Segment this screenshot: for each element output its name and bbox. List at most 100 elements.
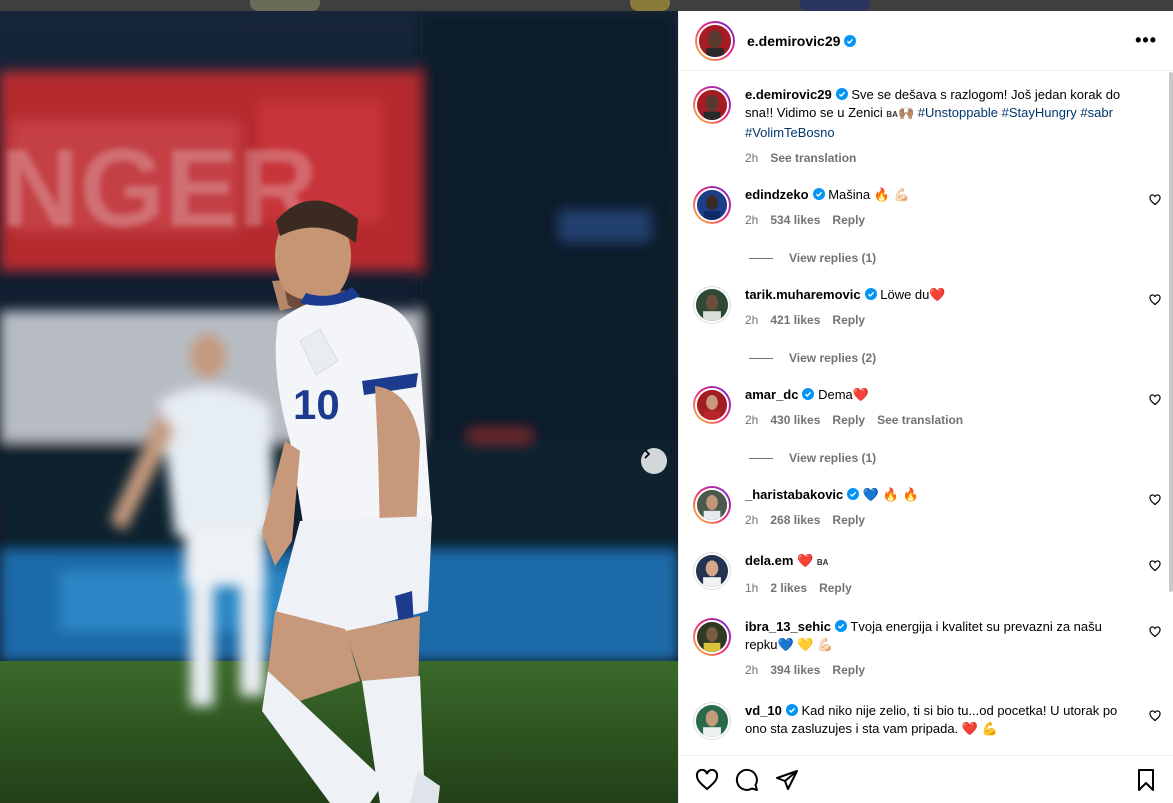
hashtag-stayhungry[interactable]: #StayHungry	[1002, 105, 1077, 120]
reply-button[interactable]: Reply	[832, 513, 865, 527]
comment-username[interactable]: _haristabakovic	[745, 487, 843, 502]
author-avatar[interactable]	[693, 86, 731, 124]
svg-text:NGER: NGER	[0, 127, 318, 250]
author-username[interactable]: e.demirovic29	[747, 33, 857, 49]
author-avatar[interactable]	[695, 20, 735, 61]
comment-text: Kad niko nije zelio, ti si bio tu...od p…	[745, 703, 1118, 736]
like-comment-heart-icon[interactable]	[1149, 394, 1161, 406]
see-translation-link[interactable]: See translation	[770, 151, 856, 165]
verified-badge-icon	[785, 704, 798, 716]
profile-picture	[697, 90, 727, 120]
hashtag-unstoppable[interactable]: #Unstoppable	[918, 105, 998, 120]
commenter-avatar[interactable]	[693, 386, 731, 424]
comment-text: Löwe du	[880, 287, 930, 302]
comment-emoji: ❤️	[852, 387, 869, 402]
comment-username[interactable]: edindzeko	[745, 187, 809, 202]
heart-icon[interactable]	[695, 768, 719, 792]
reply-button[interactable]: Reply	[832, 413, 865, 427]
reply-button[interactable]: Reply	[832, 213, 865, 227]
profile-picture	[699, 24, 731, 57]
comment-username[interactable]: amar_dc	[745, 387, 798, 402]
comment-username[interactable]: vd_10	[745, 703, 782, 718]
comment-time: 2h	[745, 513, 759, 527]
reply-button[interactable]: Reply	[832, 313, 865, 327]
comment-likes[interactable]: 268 likes	[770, 513, 820, 527]
verified-badge-icon	[802, 388, 815, 400]
football-player-photo: NGER 10	[0, 11, 678, 803]
comment-item: dela.em ❤️ BA 1h 2 likes Reply	[693, 552, 1163, 597]
comment-item: tarik.muharemovic Löwe du❤️ 2h 421 likes R…	[693, 286, 1163, 329]
bosnia-flag-emoji: BA	[816, 558, 829, 567]
post-header: e.demirovic29 •••	[679, 11, 1173, 71]
comment-item: ibra_13_sehic Tvoja energija i kvalitet …	[693, 618, 1163, 679]
verified-badge-icon	[844, 34, 857, 47]
comment-likes[interactable]: 2 likes	[770, 581, 807, 595]
verified-badge-icon	[812, 188, 825, 200]
commenter-avatar[interactable]	[693, 186, 731, 224]
comment-emoji: ❤️ 💪	[961, 721, 998, 736]
next-image-button[interactable]	[641, 448, 667, 474]
see-translation-link[interactable]: See translation	[877, 413, 963, 427]
caption-username[interactable]: e.demirovic29	[745, 87, 832, 102]
share-icon[interactable]	[775, 768, 799, 792]
comment-username[interactable]: tarik.muharemovic	[745, 287, 861, 302]
jersey-number: 10	[293, 381, 340, 428]
more-options-button[interactable]: •••	[1135, 30, 1157, 51]
post-image: NGER 10	[0, 11, 678, 803]
comment-likes[interactable]: 534 likes	[770, 213, 820, 227]
commenter-avatar[interactable]	[693, 702, 731, 740]
profile-picture	[697, 390, 727, 420]
profile-picture	[697, 622, 727, 652]
like-comment-heart-icon[interactable]	[1149, 494, 1161, 506]
like-comment-heart-icon[interactable]	[1149, 194, 1161, 206]
reply-button[interactable]: Reply	[832, 663, 865, 677]
caption-time: 2h	[745, 151, 759, 165]
comment-username[interactable]: dela.em	[745, 553, 793, 568]
verified-badge-icon	[847, 488, 860, 500]
profile-picture	[697, 190, 727, 220]
post-caption: e.demirovic29 Sve se dešava s razlogom! …	[693, 86, 1163, 167]
post-side-panel: e.demirovic29 ••• e.demirovic29 Sve se d…	[678, 11, 1173, 803]
profile-picture	[696, 289, 728, 321]
verified-badge-icon	[835, 620, 848, 632]
bookmark-icon[interactable]	[1134, 768, 1158, 792]
hashtag-volimtebosno[interactable]: #VolimTeBosno	[745, 125, 835, 140]
comment-item: edindzeko Mašina 🔥 💪🏻 2h 534 likes Reply	[693, 186, 1163, 229]
comment-emoji: 🔥 💪🏻	[873, 187, 910, 202]
comment-emoji: ❤️	[797, 553, 814, 568]
commenter-avatar[interactable]	[693, 552, 731, 590]
bosnia-flag-emoji: BA	[886, 110, 898, 119]
like-comment-heart-icon[interactable]	[1149, 294, 1161, 306]
comment-time: 2h	[745, 313, 759, 327]
comment-item: _haristabakovic 💙 🔥 🔥 2h 268 likes Reply	[693, 486, 1163, 529]
commenter-avatar[interactable]	[693, 486, 731, 524]
comment-item: vd_10 Kad niko nije zelio, ti si bio tu.…	[693, 702, 1163, 740]
commenter-avatar[interactable]	[693, 618, 731, 656]
post-dialog: NGER 10 e.demirovic29 ••• e.demirovic29 …	[0, 11, 1173, 803]
view-replies-link[interactable]: View replies (1)	[749, 451, 876, 465]
comments-scrollbar[interactable]	[1169, 72, 1173, 592]
reply-button[interactable]: Reply	[819, 581, 852, 595]
comment-username[interactable]: ibra_13_sehic	[745, 619, 831, 634]
comment-time: 2h	[745, 663, 759, 677]
comments-list: e.demirovic29 Sve se dešava s razlogom! …	[679, 72, 1173, 754]
like-comment-heart-icon[interactable]	[1149, 710, 1161, 722]
comment-likes[interactable]: 421 likes	[770, 313, 820, 327]
comment-time: 1h	[745, 581, 759, 595]
verified-badge-icon	[864, 288, 877, 300]
comment-time: 2h	[745, 413, 759, 427]
view-replies-link[interactable]: View replies (1)	[749, 251, 876, 265]
comment-icon[interactable]	[735, 768, 759, 792]
profile-picture	[696, 705, 728, 737]
comment-text: Dema	[818, 387, 853, 402]
comment-emoji: ❤️	[929, 287, 946, 302]
commenter-avatar[interactable]	[693, 286, 731, 324]
background-page-strip	[0, 0, 1173, 11]
comment-likes[interactable]: 430 likes	[770, 413, 820, 427]
comment-likes[interactable]: 394 likes	[770, 663, 820, 677]
hashtag-sabr[interactable]: #sabr	[1080, 105, 1113, 120]
view-replies-link[interactable]: View replies (2)	[749, 351, 876, 365]
like-comment-heart-icon[interactable]	[1149, 560, 1161, 572]
like-comment-heart-icon[interactable]	[1149, 626, 1161, 638]
comment-item: amar_dc Dema❤️ 2h 430 likes Reply See trans…	[693, 386, 1163, 429]
